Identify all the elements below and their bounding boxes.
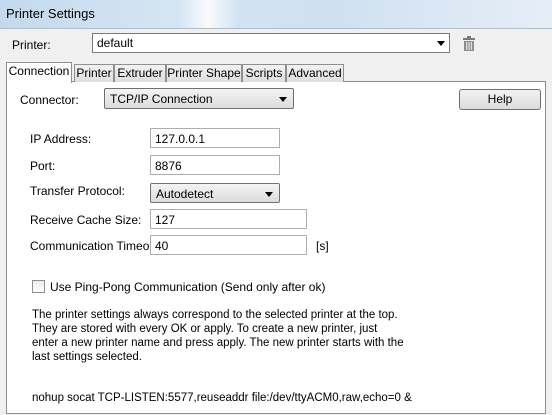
chevron-down-icon	[279, 97, 287, 102]
port-label: Port:	[30, 159, 56, 173]
title-bar: Printer Settings	[0, 0, 552, 28]
ping-pong-label[interactable]: Use Ping-Pong Communication (Send only a…	[50, 280, 325, 294]
info-text: The printer settings always correspond t…	[32, 309, 404, 363]
port-field[interactable]: 8876	[150, 155, 280, 175]
transfer-protocol-select[interactable]: Autodetect	[150, 183, 280, 203]
tab-printer[interactable]: Printer	[74, 64, 114, 82]
connector-value: TCP/IP Connection	[110, 92, 213, 106]
ip-address-field[interactable]: 127.0.0.1	[150, 128, 280, 148]
tab-scripts[interactable]: Scripts	[242, 64, 286, 82]
receive-cache-value: 127	[155, 213, 176, 227]
ping-pong-checkbox[interactable]	[32, 280, 45, 293]
title-glow	[178, 0, 238, 28]
communication-timeout-field[interactable]: 40	[150, 235, 307, 255]
transfer-protocol-label: Transfer Protocol:	[30, 184, 125, 198]
tab-extruder[interactable]: Extruder	[114, 64, 166, 82]
tab-advanced[interactable]: Advanced	[286, 64, 344, 82]
ip-address-label: IP Address:	[30, 132, 92, 146]
communication-timeout-label: Communication Timeout:	[30, 239, 163, 253]
trash-icon[interactable]	[462, 36, 476, 52]
receive-cache-field[interactable]: 127	[150, 209, 307, 229]
tab-strip: Connection Printer Extruder Printer Shap…	[6, 62, 546, 83]
help-button[interactable]: Help	[459, 89, 541, 110]
printer-value: default	[97, 36, 134, 50]
printer-combo[interactable]: default	[92, 33, 450, 53]
connector-select[interactable]: TCP/IP Connection	[104, 88, 294, 109]
ip-address-value: 127.0.0.1	[155, 132, 206, 146]
command-text: nohup socat TCP-LISTEN:5577,reuseaddr fi…	[32, 392, 412, 404]
printer-label: Printer:	[12, 38, 51, 52]
chevron-down-icon[interactable]	[437, 41, 445, 46]
window-title: Printer Settings	[6, 6, 95, 21]
port-value: 8876	[155, 159, 182, 173]
chevron-down-icon	[265, 192, 273, 197]
tab-connection[interactable]: Connection	[6, 62, 72, 83]
connector-label: Connector:	[20, 93, 79, 107]
tab-printer-shape[interactable]: Printer Shape	[166, 64, 242, 82]
timeout-unit: [s]	[316, 239, 329, 253]
communication-timeout-value: 40	[155, 239, 169, 253]
transfer-protocol-value: Autodetect	[156, 187, 214, 201]
receive-cache-label: Receive Cache Size:	[30, 213, 142, 227]
